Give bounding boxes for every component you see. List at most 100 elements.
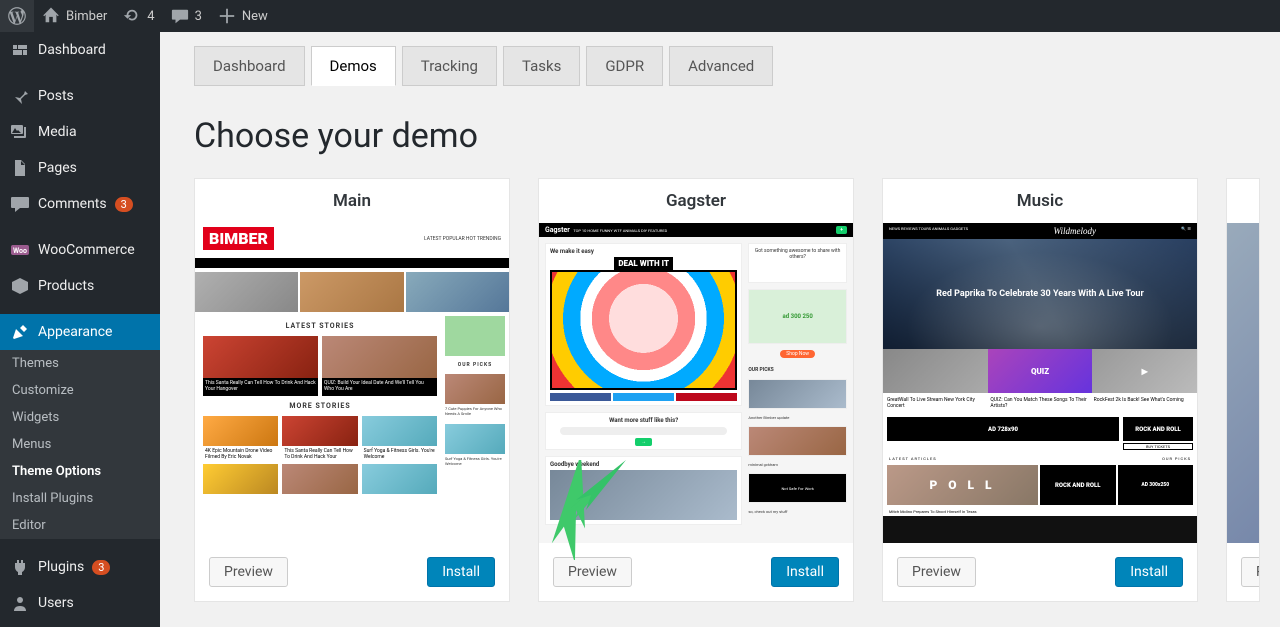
sub-themes[interactable]: Themes <box>0 350 160 377</box>
install-button[interactable]: Install <box>1115 557 1183 587</box>
sub-install-plugins[interactable]: Install Plugins <box>0 485 160 512</box>
updates-link[interactable]: 4 <box>115 0 162 32</box>
wp-logo[interactable] <box>0 0 34 32</box>
thumb-section: OUR PICKS <box>748 367 847 373</box>
demo-thumbnail <box>1227 223 1259 543</box>
sub-customize[interactable]: Customize <box>0 377 160 404</box>
preview-button[interactable]: Preview <box>209 557 288 587</box>
menu-media[interactable]: Media <box>0 114 160 150</box>
comments-count: 3 <box>195 9 202 24</box>
new-label: New <box>242 9 268 24</box>
site-link[interactable]: Bimber <box>34 0 115 32</box>
update-icon <box>123 7 141 25</box>
thumb-caption: Another Bimber update <box>748 415 847 420</box>
thumb-caption: Mitch Molino Prepares To Shoot Himself I… <box>883 507 1197 516</box>
menu-label: Appearance <box>38 324 112 340</box>
thumb-nav: TOP 10 HOME FUNNY WTF ANIMALS DIY FEATUR… <box>573 228 667 233</box>
preview-button[interactable]: Preview <box>897 557 976 587</box>
thumb-caption: QUIZ: Can You Match These Songs To Their… <box>990 397 1089 409</box>
updates-count: 4 <box>147 9 154 24</box>
thumb-caption: ROCK AND ROLL <box>1123 417 1193 441</box>
menu-label: WooCommerce <box>38 242 135 258</box>
comment-icon <box>171 7 189 25</box>
pages-icon <box>10 158 30 178</box>
menu-dashboard[interactable]: Dashboard <box>0 32 160 68</box>
demo-actions: Preview Install <box>883 543 1197 601</box>
menu-users[interactable]: Users <box>0 585 160 621</box>
admin-sidebar: Dashboard Posts Media Pages Comments 3 W… <box>0 32 160 627</box>
comments-link[interactable]: 3 <box>163 0 210 32</box>
dashboard-icon <box>10 40 30 60</box>
sub-widgets[interactable]: Widgets <box>0 404 160 431</box>
admin-bar: Bimber 4 3 New <box>0 0 1280 32</box>
demo-actions: Preview Install <box>195 543 509 601</box>
menu-label: Dashboard <box>38 42 106 58</box>
install-button[interactable]: Install <box>771 557 839 587</box>
menu-label: Pages <box>38 160 77 176</box>
users-icon <box>10 593 30 613</box>
thumb-caption: minimal gckham <box>748 462 847 467</box>
plugins-badge: 3 <box>92 560 110 575</box>
page-title: Choose your demo <box>160 86 1280 178</box>
menu-posts[interactable]: Posts <box>0 78 160 114</box>
thumb-caption: QUIZ: Build Your Ideal Date And We'll Te… <box>322 378 437 396</box>
comments-badge: 3 <box>115 197 133 212</box>
thumb-caption: This Santa Really Can Tell How To Drink … <box>203 378 318 396</box>
sub-editor[interactable]: Editor <box>0 512 160 539</box>
thumb-caption: Red Paprika To Celebrate 30 Years With A… <box>936 289 1144 299</box>
thumb-caption: This Santa Really Can Tell How To Drink … <box>282 446 357 460</box>
demo-actions: Preview Install <box>539 543 853 601</box>
thumb-caption: Got something awesome to share with othe… <box>748 243 847 283</box>
menu-pages[interactable]: Pages <box>0 150 160 186</box>
thumb-caption: AD 300x250 <box>1118 465 1194 505</box>
site-name: Bimber <box>66 9 107 24</box>
demo-thumbnail: NEWS REVIEWS TOURS ANIMALS GADGETS Wildm… <box>883 223 1197 543</box>
thumb-caption: 4K Epic Mountain Drone Video Filmed By E… <box>203 446 278 460</box>
menu-products[interactable]: Products <box>0 268 160 304</box>
thumb-section: OUR PICKS <box>1162 456 1191 461</box>
thumb-section: LATEST ARTICLES <box>889 456 937 461</box>
thumb-nav: LATEST POPULAR HOT TRENDING <box>424 236 501 242</box>
menu-woocommerce[interactable]: Woo WooCommerce <box>0 232 160 268</box>
appearance-submenu: Themes Customize Widgets Menus Theme Opt… <box>0 350 160 539</box>
woocommerce-icon: Woo <box>10 240 30 260</box>
thumb-caption: Goodbye weekend <box>550 461 737 468</box>
thumb-caption: so, check out my stuff <box>748 509 847 514</box>
demo-thumbnail: Gagster TOP 10 HOME FUNNY WTF ANIMALS DI… <box>539 223 853 543</box>
menu-label: Posts <box>38 88 74 104</box>
tab-dashboard[interactable]: Dashboard <box>194 46 305 86</box>
tab-advanced[interactable]: Advanced <box>669 46 773 86</box>
demo-thumbnail: BIMBER LATEST POPULAR HOT TRENDING LATES… <box>195 223 509 543</box>
demo-card-main: Main BIMBER LATEST POPULAR HOT TRENDING … <box>194 178 510 602</box>
menu-comments[interactable]: Comments 3 <box>0 186 160 222</box>
thumb-caption: DEAL WITH IT <box>614 257 673 270</box>
sub-theme-options[interactable]: Theme Options <box>0 458 160 485</box>
thumb-section: LATEST STORIES <box>199 322 441 330</box>
thumb-section: OUR PICKS <box>445 362 505 368</box>
pin-icon <box>10 86 30 106</box>
thumb-caption: ad 300 250 <box>748 289 847 344</box>
home-icon <box>42 7 60 25</box>
install-button[interactable]: Install <box>427 557 495 587</box>
demo-card-music: Music NEWS REVIEWS TOURS ANIMALS GADGETS… <box>882 178 1198 602</box>
appearance-icon <box>10 322 30 342</box>
products-icon <box>10 276 30 296</box>
preview-button[interactable]: Preview <box>553 557 632 587</box>
tab-tasks[interactable]: Tasks <box>503 46 580 86</box>
preview-button[interactable]: P <box>1241 557 1260 587</box>
thumb-caption: BUY TICKETS <box>1123 443 1193 450</box>
tab-gdpr[interactable]: GDPR <box>586 46 663 86</box>
tab-tracking[interactable]: Tracking <box>402 46 497 86</box>
tab-demos[interactable]: Demos <box>311 46 396 86</box>
menu-label: Products <box>38 278 94 294</box>
theme-options-tabs: Dashboard Demos Tracking Tasks GDPR Adva… <box>160 32 1280 86</box>
menu-label: Plugins <box>38 559 84 575</box>
demo-grid: Main BIMBER LATEST POPULAR HOT TRENDING … <box>160 178 1280 602</box>
comment-icon <box>10 194 30 214</box>
new-content-link[interactable]: New <box>210 0 276 32</box>
menu-plugins[interactable]: Plugins 3 <box>0 549 160 585</box>
menu-appearance[interactable]: Appearance <box>0 314 160 350</box>
plugins-icon <box>10 557 30 577</box>
sub-menus[interactable]: Menus <box>0 431 160 458</box>
thumb-caption: RockFest 2k Is Back! See What's Coming <box>1094 397 1193 403</box>
